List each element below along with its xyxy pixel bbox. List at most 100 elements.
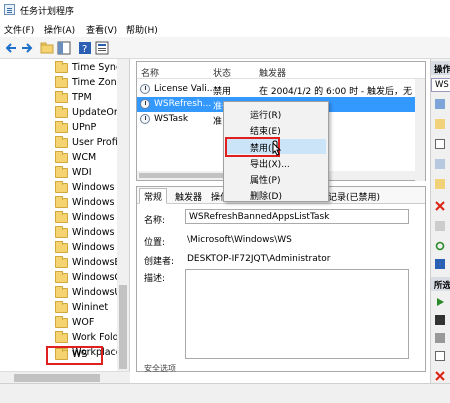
task-list-vertical-scrollbar[interactable] [415, 79, 425, 181]
actions-sub-header-ws[interactable]: WS [431, 78, 450, 92]
security-options-label: 安全选项 [144, 364, 176, 373]
task-clock-icon [140, 114, 150, 124]
folder-icon [55, 181, 68, 193]
actions-pane: 操作 WS 所选 [430, 59, 450, 389]
name-label: 名称: [144, 216, 166, 226]
description-field[interactable] [185, 269, 409, 359]
task-detail-pane: 常规 触发器 操作 史记录(已禁用) 名称: WSRefreshBannedAp… [136, 186, 426, 373]
menu-bar: 文件(F) 操作(A) 查看(V) 帮助(H) [0, 20, 450, 37]
column-name[interactable]: 名称 [141, 66, 159, 79]
disable-icon[interactable] [435, 333, 445, 343]
properties-icon[interactable] [95, 41, 109, 55]
actions-header: 操作 [431, 61, 450, 75]
menu-action[interactable]: 操作(A) [44, 23, 75, 36]
folder-up-icon[interactable] [40, 41, 54, 55]
run-icon[interactable] [435, 297, 445, 307]
column-status[interactable]: 状态 [213, 66, 231, 79]
display-running-tasks-icon[interactable] [435, 159, 445, 169]
folder-icon [55, 316, 68, 328]
author-value: DESKTOP-IF72JQT\Administrator [187, 254, 331, 264]
selected-item-header: 所选 [431, 277, 450, 291]
tree-item[interactable]: Windows E [52, 211, 122, 226]
tab-triggers[interactable]: 触发器 [175, 190, 202, 203]
name-field[interactable]: WSRefreshBannedAppsListTask [185, 209, 409, 224]
create-task-icon[interactable] [435, 119, 445, 129]
folder-icon [55, 256, 68, 268]
title-bar: 任务计划程序 [0, 0, 450, 20]
tree-item[interactable]: WOF [52, 316, 122, 331]
task-scheduler-icon [4, 4, 15, 15]
menu-view[interactable]: 查看(V) [86, 23, 117, 36]
menu-item-end[interactable]: 结束(E) [226, 122, 326, 137]
mouse-pointer-icon [272, 140, 282, 156]
menu-help[interactable]: 帮助(H) [126, 23, 158, 36]
tree-item[interactable]: WindowsU [52, 286, 122, 301]
tree-item[interactable]: Windows E [52, 196, 122, 211]
tree-horizontal-scrollbar[interactable] [0, 371, 130, 383]
back-arrow-icon[interactable] [4, 41, 18, 55]
scrollbar-thumb[interactable] [119, 285, 127, 369]
window-title: 任务计划程序 [20, 7, 75, 17]
tree-item[interactable]: Time Synch [52, 61, 122, 76]
tree-item[interactable]: User Profi [52, 136, 122, 151]
tree-item[interactable]: Work Fold [52, 331, 122, 346]
task-clock-icon [140, 84, 150, 94]
column-trigger[interactable]: 触发器 [259, 66, 286, 79]
menu-item-run[interactable]: 运行(R) [226, 106, 326, 121]
author-label: 创建者: [144, 257, 175, 267]
show-hide-console-tree-icon[interactable] [57, 41, 71, 55]
menu-item-properties[interactable]: 属性(P) [226, 171, 326, 186]
tree-item[interactable]: Time Zone [52, 76, 122, 91]
tree-vertical-scrollbar[interactable] [117, 59, 129, 371]
tree-item[interactable]: WindowsB [52, 256, 122, 271]
help-icon[interactable]: ? [78, 41, 92, 55]
status-bar [0, 383, 450, 403]
tab-general[interactable]: 常规 [139, 188, 168, 204]
folder-icon [55, 91, 68, 103]
folder-icon [55, 301, 68, 313]
task-clock-icon [140, 99, 150, 109]
view-icon[interactable] [435, 221, 445, 231]
tree-item[interactable]: WDI [52, 166, 122, 181]
tree-item[interactable]: UPnP [52, 121, 122, 136]
folder-icon [55, 151, 68, 163]
tree-item[interactable]: UpdateOrc [52, 106, 122, 121]
menu-item-export[interactable]: 导出(X)... [226, 155, 326, 170]
delete-icon[interactable] [435, 371, 445, 381]
tree-item[interactable]: Windows I [52, 241, 122, 256]
folder-icon [55, 61, 68, 73]
name-value: WSRefreshBannedAppsListTask [189, 212, 330, 222]
tree-item[interactable]: Windows F [52, 226, 122, 241]
folder-icon [55, 286, 68, 298]
create-basic-task-icon[interactable] [435, 99, 445, 109]
folder-icon [55, 271, 68, 283]
tree-item[interactable]: WindowsC [52, 271, 122, 286]
description-label: 描述: [144, 274, 166, 284]
folder-icon [55, 106, 68, 118]
folder-icon [55, 166, 68, 178]
folder-icon [55, 331, 68, 343]
task-row[interactable]: License Vali... 禁用 在 2004/1/2 的 6:00 时 -… [137, 82, 425, 97]
tree-item[interactable]: WCM [52, 151, 122, 166]
tree-item[interactable]: TPM [52, 91, 122, 106]
location-label: 位置: [144, 238, 166, 248]
export-icon[interactable] [435, 351, 445, 361]
menu-file[interactable]: 文件(F) [4, 23, 34, 36]
scrollbar-thumb[interactable] [14, 374, 100, 382]
ws-highlight-box [46, 346, 103, 365]
help-icon[interactable] [435, 259, 445, 269]
forward-arrow-icon[interactable] [20, 41, 34, 55]
refresh-icon[interactable] [435, 241, 445, 251]
folder-icon [55, 226, 68, 238]
delete-folder-icon[interactable] [435, 201, 445, 211]
tree-item[interactable]: Wininet [52, 301, 122, 316]
folder-icon [55, 121, 68, 133]
tree-item[interactable]: Windows A [52, 181, 122, 196]
folder-icon [55, 76, 68, 88]
import-task-icon[interactable] [435, 139, 445, 149]
menu-item-delete[interactable]: 删除(D) [226, 187, 326, 202]
end-icon[interactable] [435, 315, 445, 325]
new-folder-icon[interactable] [435, 179, 445, 189]
folder-icon [55, 241, 68, 253]
folder-icon [55, 211, 68, 223]
